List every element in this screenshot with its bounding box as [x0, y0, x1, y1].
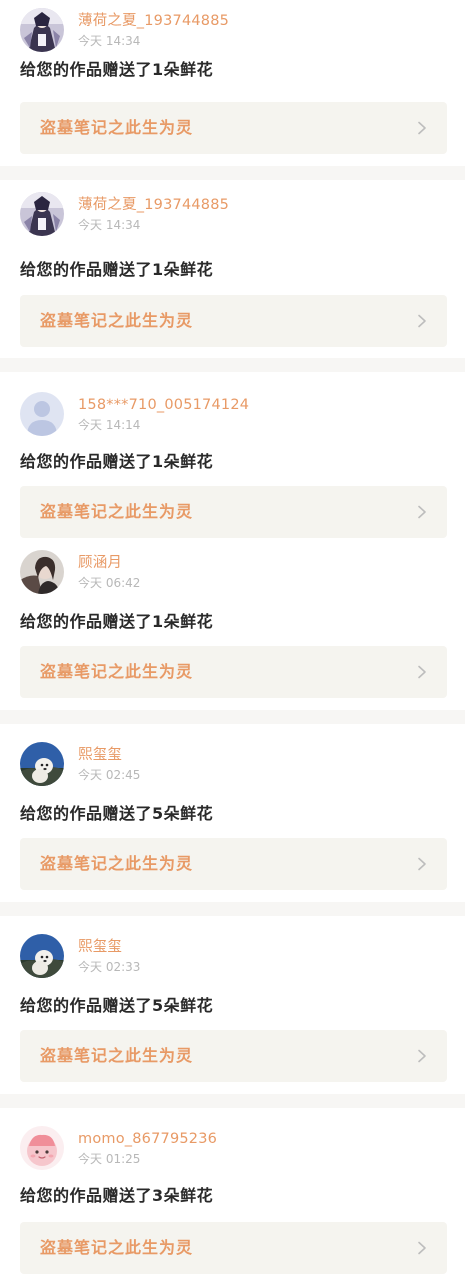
work-title: 盗墓笔记之此生为灵 — [40, 118, 194, 137]
notification-header: 薄荷之夏_193744885 今天 14:34 — [20, 8, 229, 52]
username[interactable]: 薄荷之夏_193744885 — [78, 12, 229, 30]
dog-photo-avatar-icon — [20, 742, 64, 786]
work-title: 盗墓笔记之此生为灵 — [40, 1238, 194, 1257]
cartoon-pink-avatar-icon — [20, 1126, 64, 1170]
work-link[interactable]: 盗墓笔记之此生为灵 — [20, 1222, 447, 1274]
avatar[interactable] — [20, 742, 64, 786]
work-link[interactable]: 盗墓笔记之此生为灵 — [20, 838, 447, 890]
gift-message: 给您的作品赠送了1朵鲜花 — [20, 60, 214, 79]
chevron-right-icon — [418, 857, 426, 871]
notification-card: 158***710_005174124 今天 14:14 给您的作品赠送了1朵鲜… — [0, 372, 465, 538]
portrait-photo-avatar-icon — [20, 550, 64, 594]
notification-header: 顾涵月 今天 06:42 — [20, 550, 140, 594]
avatar[interactable] — [20, 1126, 64, 1170]
notification-card: 薄荷之夏_193744885 今天 14:34 给您的作品赠送了1朵鲜花 盗墓笔… — [0, 180, 465, 358]
timestamp: 今天 14:34 — [78, 217, 141, 232]
notification-header: momo_867795236 今天 01:25 — [20, 1126, 217, 1170]
timestamp: 今天 06:42 — [78, 575, 141, 590]
username[interactable]: 熙玺玺 — [78, 938, 140, 956]
username[interactable]: 158***710_005174124 — [78, 396, 249, 414]
username[interactable]: 顾涵月 — [78, 554, 140, 572]
timestamp: 今天 02:45 — [78, 767, 141, 782]
dog-photo-avatar-icon — [20, 934, 64, 978]
notification-header: 熙玺玺 今天 02:33 — [20, 934, 140, 978]
chevron-right-icon — [418, 314, 426, 328]
notification-header: 熙玺玺 今天 02:45 — [20, 742, 140, 786]
chevron-right-icon — [418, 1241, 426, 1255]
username[interactable]: 薄荷之夏_193744885 — [78, 196, 229, 214]
notification-card: 薄荷之夏_193744885 今天 14:34 给您的作品赠送了1朵鲜花 盗墓笔… — [0, 0, 465, 166]
notification-feed: 薄荷之夏_193744885 今天 14:34 给您的作品赠送了1朵鲜花 盗墓笔… — [0, 0, 465, 1280]
notification-header: 薄荷之夏_193744885 今天 14:34 — [20, 192, 229, 236]
avatar[interactable] — [20, 550, 64, 594]
work-link[interactable]: 盗墓笔记之此生为灵 — [20, 646, 447, 698]
notification-card: 熙玺玺 今天 02:33 给您的作品赠送了5朵鲜花 盗墓笔记之此生为灵 — [0, 916, 465, 1094]
gift-message: 给您的作品赠送了1朵鲜花 — [20, 260, 214, 279]
work-link[interactable]: 盗墓笔记之此生为灵 — [20, 1030, 447, 1082]
work-link[interactable]: 盗墓笔记之此生为灵 — [20, 295, 447, 347]
avatar[interactable] — [20, 392, 64, 436]
chevron-right-icon — [418, 665, 426, 679]
chevron-right-icon — [418, 121, 426, 135]
work-title: 盗墓笔记之此生为灵 — [40, 854, 194, 873]
chevron-right-icon — [418, 505, 426, 519]
username[interactable]: momo_867795236 — [78, 1130, 217, 1148]
gift-message: 给您的作品赠送了1朵鲜花 — [20, 452, 214, 471]
gift-message: 给您的作品赠送了1朵鲜花 — [20, 612, 214, 631]
notification-card: momo_867795236 今天 01:25 给您的作品赠送了3朵鲜花 盗墓笔… — [0, 1108, 465, 1280]
notification-card: 顾涵月 今天 06:42 给您的作品赠送了1朵鲜花 盗墓笔记之此生为灵 — [0, 538, 465, 710]
notification-card: 熙玺玺 今天 02:45 给您的作品赠送了5朵鲜花 盗墓笔记之此生为灵 — [0, 724, 465, 902]
default-user-avatar-icon — [20, 392, 64, 436]
timestamp: 今天 14:34 — [78, 33, 141, 48]
work-title: 盗墓笔记之此生为灵 — [40, 1046, 194, 1065]
notification-header: 158***710_005174124 今天 14:14 — [20, 392, 249, 436]
work-link[interactable]: 盗墓笔记之此生为灵 — [20, 486, 447, 538]
timestamp: 今天 01:25 — [78, 1151, 141, 1166]
timestamp: 今天 14:14 — [78, 417, 141, 432]
gift-message: 给您的作品赠送了5朵鲜花 — [20, 996, 214, 1015]
gift-message: 给您的作品赠送了5朵鲜花 — [20, 804, 214, 823]
gift-message: 给您的作品赠送了3朵鲜花 — [20, 1186, 214, 1205]
anime-character-avatar-icon — [20, 8, 64, 52]
work-title: 盗墓笔记之此生为灵 — [40, 502, 194, 521]
work-title: 盗墓笔记之此生为灵 — [40, 311, 194, 330]
username[interactable]: 熙玺玺 — [78, 746, 140, 764]
avatar[interactable] — [20, 192, 64, 236]
avatar[interactable] — [20, 8, 64, 52]
timestamp: 今天 02:33 — [78, 959, 141, 974]
chevron-right-icon — [418, 1049, 426, 1063]
work-link[interactable]: 盗墓笔记之此生为灵 — [20, 102, 447, 154]
avatar[interactable] — [20, 934, 64, 978]
work-title: 盗墓笔记之此生为灵 — [40, 662, 194, 681]
anime-character-avatar-icon — [20, 192, 64, 236]
